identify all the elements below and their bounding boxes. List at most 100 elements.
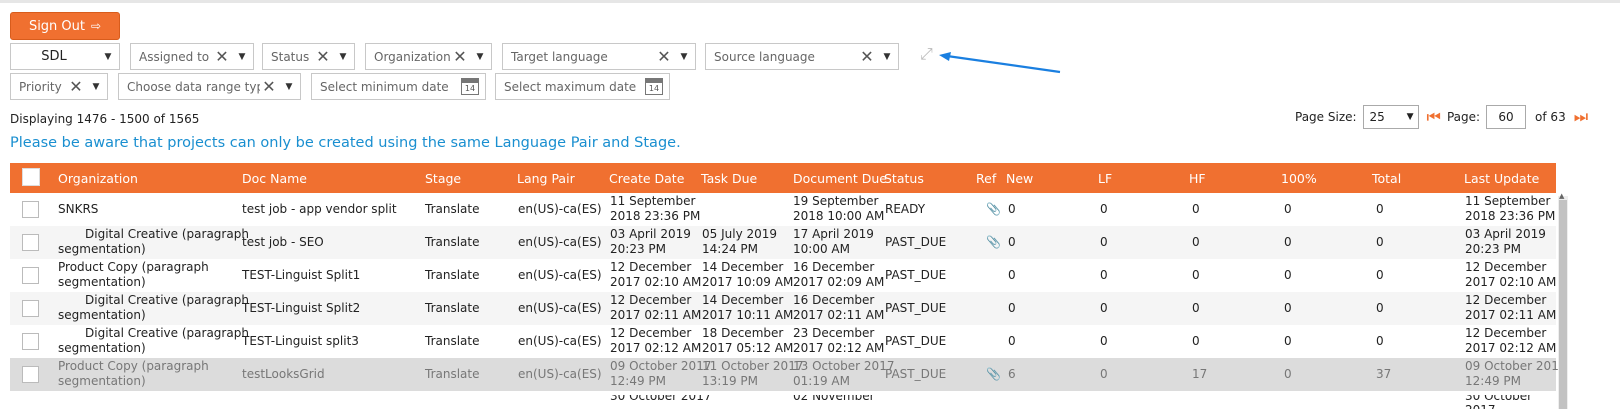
column-header[interactable]: 100% xyxy=(1281,171,1317,186)
page-input[interactable]: 60 xyxy=(1486,105,1527,129)
column-header[interactable]: Lang Pair xyxy=(517,171,575,186)
scroll-up-icon[interactable]: ▲ xyxy=(1559,192,1564,200)
cell-new-count: 0 xyxy=(1008,202,1016,216)
organization-placeholder: Organization xyxy=(374,49,451,64)
table-row[interactable]: Digital Creative (paragraph segmentation)… xyxy=(10,325,1556,358)
cell-last-update: 20:23 PM xyxy=(1465,242,1521,256)
chevron-down-icon[interactable]: ▼ xyxy=(332,52,354,62)
clear-icon[interactable]: ✕ xyxy=(260,77,278,96)
row-checkbox[interactable] xyxy=(22,333,39,350)
clear-icon[interactable]: ✕ xyxy=(314,47,332,66)
cell-total-count: 0 xyxy=(1376,202,1384,216)
scrollbar-thumb[interactable] xyxy=(1559,200,1567,409)
cell-task-due: 05 July 2019 xyxy=(702,227,778,241)
date-range-type-filter[interactable]: Choose data range type ✕ ▼ xyxy=(118,73,301,100)
cell-task-due: 2017 05:12 AM xyxy=(702,341,794,355)
cell-document-due: 2017 02:11 AM xyxy=(793,308,885,322)
column-header[interactable]: HF xyxy=(1189,171,1206,186)
chevron-down-icon[interactable]: ▼ xyxy=(278,82,300,92)
cell-doc-name: TEST-Linguist split3 xyxy=(242,334,359,348)
cell-document-due: 01:19 AM xyxy=(793,374,850,388)
table-row[interactable]: Digital Creative (paragraph segmentation)… xyxy=(10,292,1556,325)
column-header[interactable]: Organization xyxy=(58,171,138,186)
chevron-down-icon[interactable]: ▼ xyxy=(231,52,253,62)
column-header[interactable]: Doc Name xyxy=(242,171,307,186)
column-header[interactable]: Task Due xyxy=(701,171,757,186)
priority-filter[interactable]: Priority ✕ ▼ xyxy=(10,73,108,100)
cell-new-count: 0 xyxy=(1008,301,1016,315)
column-header[interactable]: New xyxy=(1006,171,1033,186)
cell-stage: Translate xyxy=(425,235,480,249)
row-checkbox[interactable] xyxy=(22,267,39,284)
sign-out-button[interactable]: Sign Out ⇨ xyxy=(10,12,120,40)
assigned-to-placeholder: Assigned to xyxy=(139,49,210,64)
chevron-down-icon[interactable]: ▼ xyxy=(673,52,695,62)
row-checkbox[interactable] xyxy=(22,366,39,383)
cell-organization: Digital Creative (paragraph xyxy=(85,293,249,307)
clear-icon[interactable]: ✕ xyxy=(451,47,469,66)
target-language-filter[interactable]: Target language ✕ ▼ xyxy=(502,43,696,70)
calendar-icon[interactable]: 14 xyxy=(645,78,663,95)
table-row[interactable]: Product Copy (paragraph segmentation) TEST… xyxy=(10,259,1556,292)
max-date-input[interactable]: Select maximum date 14 xyxy=(495,73,670,100)
cell-document-due: 2017 02:09 AM xyxy=(793,275,885,289)
cell-total-count: 0 xyxy=(1376,268,1384,282)
cell-lf-count: 0 xyxy=(1100,334,1108,348)
cell-status: PAST_DUE xyxy=(885,301,947,315)
grid-scrollbar[interactable]: ▲ xyxy=(1558,192,1568,409)
column-header[interactable]: Last Update xyxy=(1464,171,1539,186)
cell-organization: segmentation) xyxy=(58,308,146,322)
cell-create-date: 2017 02:10 AM xyxy=(610,275,702,289)
chevron-down-icon[interactable]: ▼ xyxy=(85,82,107,92)
last-page-icon[interactable]: ⏭ xyxy=(1574,107,1588,127)
column-header[interactable]: Create Date xyxy=(609,171,684,186)
cell-lang-pair: en(US)-ca(ES) xyxy=(518,301,602,315)
cell-hundred-count: 0 xyxy=(1284,268,1292,282)
cell-last-update: 2017 02:11 AM xyxy=(1465,308,1557,322)
chevron-down-icon[interactable]: ▼ xyxy=(876,52,898,62)
top-border xyxy=(0,0,1620,3)
min-date-input[interactable]: Select minimum date 14 xyxy=(311,73,486,100)
cell-task-due: 2017 10:11 AM xyxy=(702,308,794,322)
column-header[interactable]: Ref xyxy=(976,171,996,186)
select-all-checkbox[interactable] xyxy=(22,168,40,186)
cell-create-date: 12:49 PM xyxy=(610,374,666,388)
column-header[interactable]: LF xyxy=(1098,171,1112,186)
cell-stage: Translate xyxy=(425,202,480,216)
row-checkbox[interactable] xyxy=(22,300,39,317)
status-placeholder: Status xyxy=(271,49,310,64)
table-row[interactable]: SNKRS test job - app vendor split Translat… xyxy=(10,193,1556,226)
cell-lang-pair: en(US)-ca(ES) xyxy=(518,334,602,348)
column-header[interactable]: Total xyxy=(1372,171,1401,186)
source-language-filter[interactable]: Source language ✕ ▼ xyxy=(705,43,899,70)
clear-icon[interactable]: ✕ xyxy=(655,47,673,66)
row-checkbox[interactable] xyxy=(22,201,39,218)
calendar-icon[interactable]: 14 xyxy=(461,78,479,95)
cell-last-update: 12:49 PM xyxy=(1465,374,1521,388)
cell-hf-count: 0 xyxy=(1192,268,1200,282)
table-row[interactable]: Product Copy (paragraph segmentation) test… xyxy=(10,358,1566,391)
priority-placeholder: Priority xyxy=(19,79,62,94)
status-filter[interactable]: Status ✕ ▼ xyxy=(262,43,355,70)
clear-icon[interactable]: ✕ xyxy=(858,47,876,66)
vendor-select[interactable]: SDL ▼ xyxy=(10,43,120,70)
chevron-down-icon[interactable]: ▼ xyxy=(1407,112,1414,122)
clear-icon[interactable]: ✕ xyxy=(67,77,85,96)
row-checkbox[interactable] xyxy=(22,234,39,251)
first-page-icon[interactable]: ⏮ xyxy=(1427,107,1441,127)
cell-organization: SNKRS xyxy=(58,202,99,216)
page-size-select[interactable]: 25 ▼ xyxy=(1362,105,1419,129)
table-row[interactable]: Digital Creative (paragraph segmentation)… xyxy=(10,226,1556,259)
cell-lf-count: 0 xyxy=(1100,268,1108,282)
cell-create-date: 03 April 2019 xyxy=(610,227,691,241)
assigned-to-filter[interactable]: Assigned to ✕ ▼ xyxy=(130,43,254,70)
column-header[interactable]: Document Due xyxy=(793,171,887,186)
chevron-down-icon[interactable]: ▼ xyxy=(469,52,491,62)
organization-filter[interactable]: Organization ✕ ▼ xyxy=(365,43,492,70)
clear-icon[interactable]: ✕ xyxy=(213,47,231,66)
cell-document-due: 10:00 AM xyxy=(793,242,850,256)
column-header[interactable]: Status xyxy=(884,171,924,186)
chevron-down-icon[interactable]: ▼ xyxy=(97,52,119,62)
column-header[interactable]: Stage xyxy=(425,171,461,186)
cell-document-due: 2017 02:12 AM xyxy=(793,341,885,355)
